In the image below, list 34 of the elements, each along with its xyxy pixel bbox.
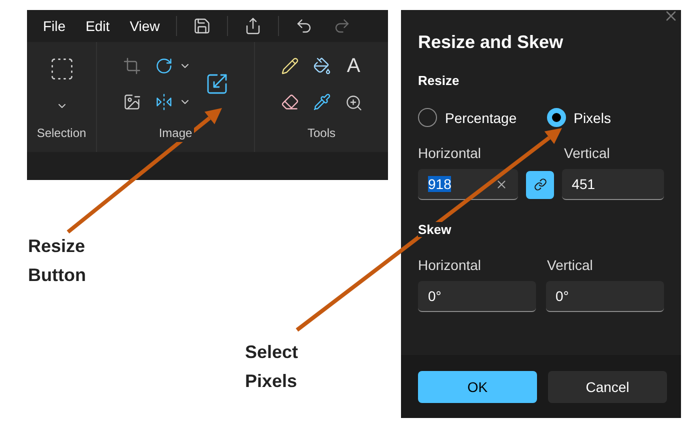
image-minus-icon[interactable]: [122, 93, 140, 111]
dialog-title: Resize and Skew: [418, 32, 564, 53]
cancel-button[interactable]: Cancel: [548, 370, 667, 402]
pipette-icon[interactable]: [312, 93, 330, 111]
section-heading: Skew: [418, 222, 454, 237]
rotate-icon[interactable]: [154, 57, 172, 75]
menu-item[interactable]: View: [120, 18, 170, 34]
field-label: Horizontal: [418, 145, 482, 161]
resize-icon[interactable]: [204, 72, 228, 96]
field-label: Vertical: [547, 257, 593, 273]
section-heading: Resize: [418, 73, 462, 88]
pencil-icon[interactable]: [280, 57, 298, 75]
input-field[interactable]: 0°: [418, 281, 536, 312]
field-label: Horizontal: [418, 257, 482, 273]
paint-bucket-icon[interactable]: [312, 57, 330, 75]
link-button[interactable]: [526, 170, 554, 198]
annotation-text: Select Pixels: [245, 341, 300, 393]
input-field[interactable]: 918: [418, 169, 518, 200]
link-icon: [534, 178, 547, 191]
flip-icon[interactable]: [154, 93, 172, 111]
eraser-icon[interactable]: [280, 93, 298, 111]
text-tool[interactable]: A: [346, 56, 360, 76]
ok-button[interactable]: OK: [418, 370, 537, 402]
clear-icon[interactable]: [495, 178, 508, 190]
selection-icon[interactable]: [48, 56, 74, 82]
radio-option[interactable]: Percentage: [418, 108, 517, 127]
menu-item[interactable]: Edit: [76, 18, 120, 34]
input-field[interactable]: 0°: [546, 281, 664, 312]
input-field[interactable]: 451: [562, 169, 664, 200]
field-label: Vertical: [564, 145, 610, 161]
annotation-text: Resize Button: [28, 235, 87, 287]
zoom-icon[interactable]: [344, 94, 362, 112]
menu-item[interactable]: File: [33, 18, 76, 34]
crop-icon[interactable]: [122, 57, 140, 75]
